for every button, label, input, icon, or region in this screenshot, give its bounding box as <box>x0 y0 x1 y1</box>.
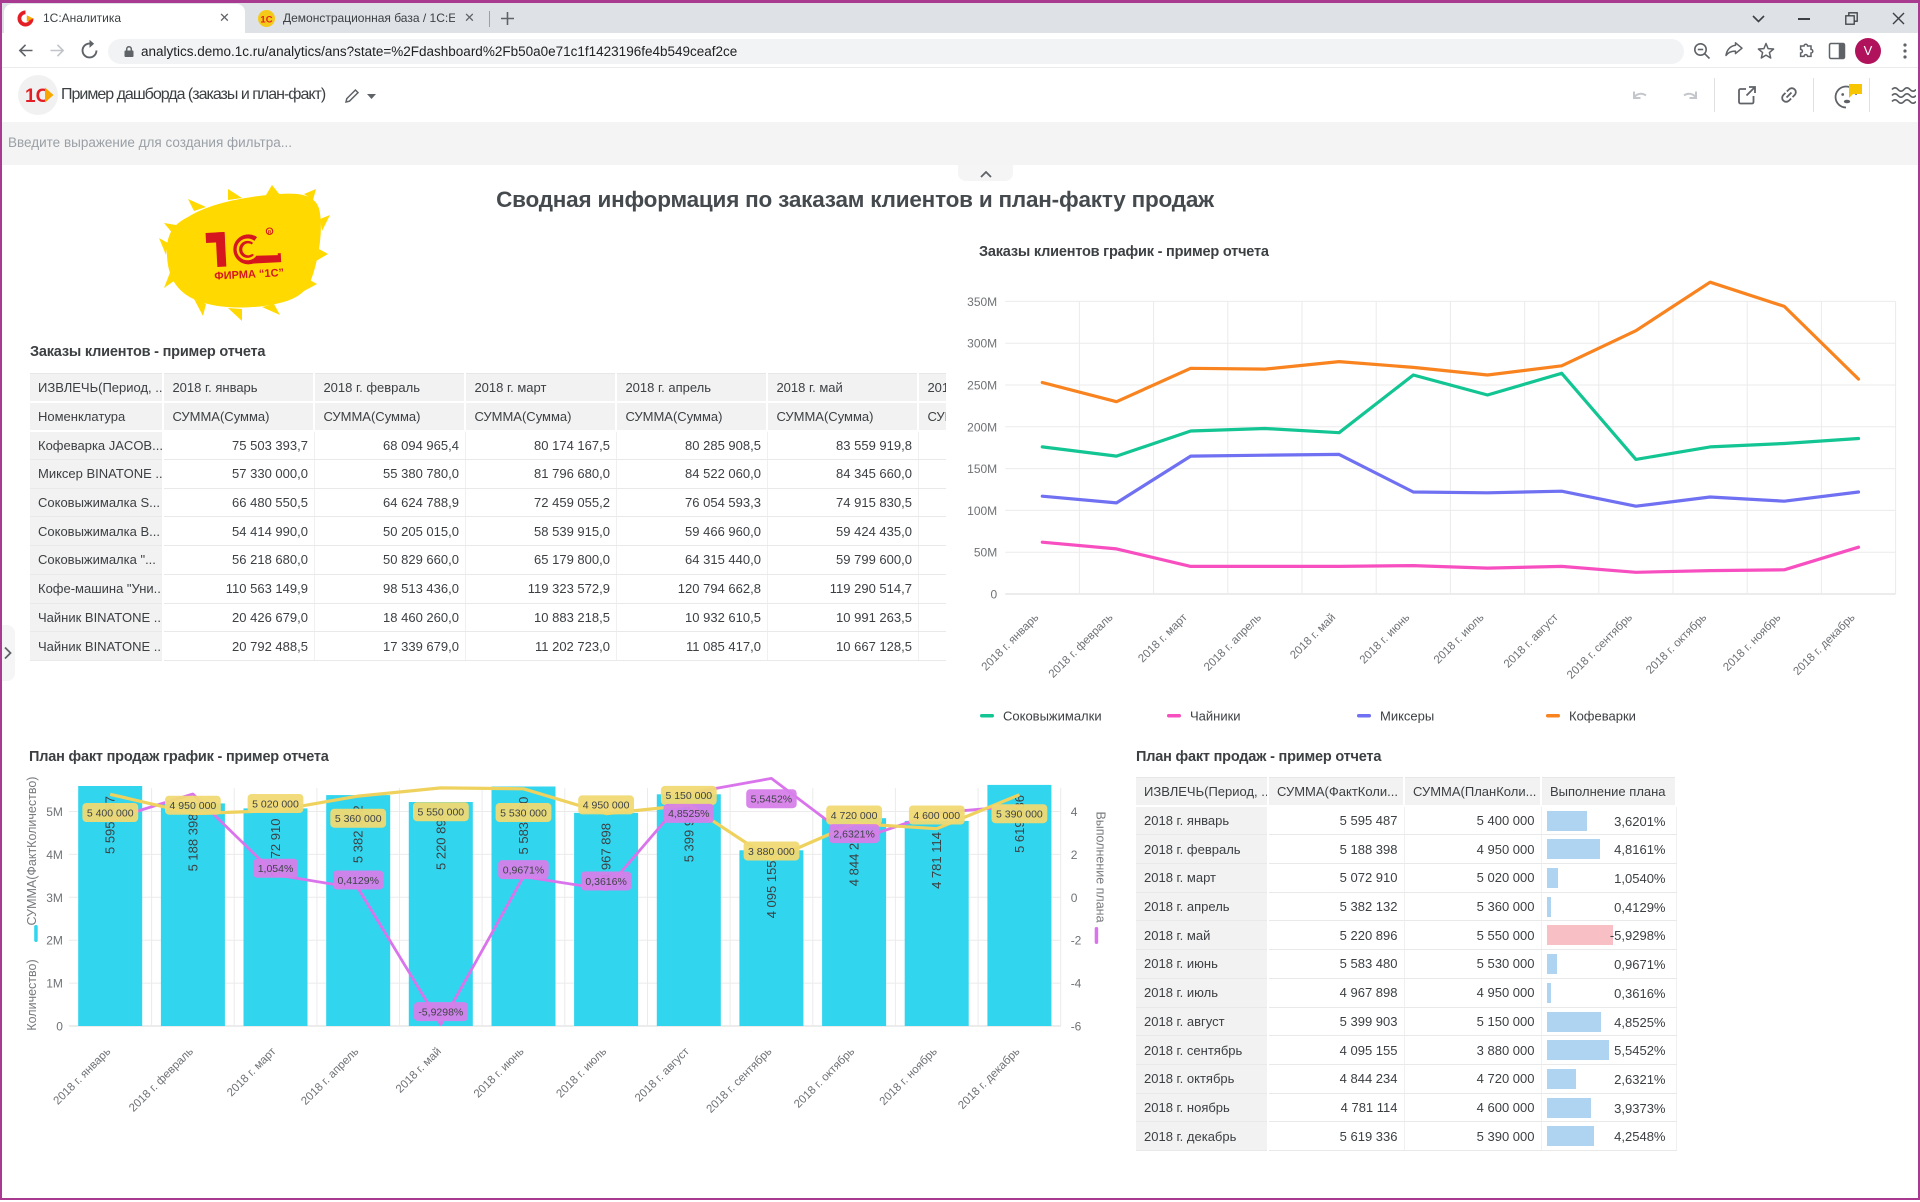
svg-text:0,4129%: 0,4129% <box>337 875 378 887</box>
svg-text:5 150 000: 5 150 000 <box>665 790 712 802</box>
svg-text:1C: 1C <box>260 15 272 26</box>
svg-text:Соковыжималки: Соковыжималки <box>1003 709 1102 724</box>
svg-text:4 950 000: 4 950 000 <box>170 800 217 812</box>
svg-text:0,9671%: 0,9671% <box>503 864 544 876</box>
svg-text:0: 0 <box>991 588 998 602</box>
svg-text:2018 г. ноябрь: 2018 г. ноябрь <box>1721 612 1783 674</box>
svg-text:Выполнение плана: Выполнение плана <box>1094 811 1108 922</box>
svg-text:-5,9298%: -5,9298% <box>418 1006 463 1018</box>
svg-text:350M: 350M <box>967 295 997 309</box>
svg-text:250M: 250M <box>967 379 997 393</box>
svg-text:4 950 000: 4 950 000 <box>583 800 630 812</box>
svg-text:1M: 1M <box>46 977 63 991</box>
svg-text:5 619 336: 5 619 336 <box>1012 795 1027 853</box>
svg-text:2018 г. декабрь: 2018 г. декабрь <box>1791 612 1857 678</box>
svg-text:2018 г. март: 2018 г. март <box>225 1045 279 1099</box>
svg-text:4,8525%: 4,8525% <box>668 808 709 820</box>
svg-text:200M: 200M <box>967 420 997 434</box>
svg-text:2018 г. февраль: 2018 г. февраль <box>127 1046 196 1115</box>
svg-text:5 400 000: 5 400 000 <box>87 807 134 819</box>
svg-text:5 390 000: 5 390 000 <box>996 809 1043 821</box>
svg-text:2018 г. май: 2018 г. май <box>1288 612 1338 662</box>
svg-text:4: 4 <box>1071 805 1078 819</box>
svg-text:5 020 000: 5 020 000 <box>252 798 299 810</box>
svg-text:4 095 155: 4 095 155 <box>764 860 779 918</box>
svg-text:3 880 000: 3 880 000 <box>748 846 795 858</box>
svg-text:2018 г. февраль: 2018 г. февраль <box>1047 612 1116 681</box>
svg-text:3M: 3M <box>46 891 63 905</box>
svg-text:2018 г. октябрь: 2018 г. октябрь <box>1644 612 1709 677</box>
svg-text:4 781 114: 4 781 114 <box>929 832 944 889</box>
svg-text:50M: 50M <box>974 546 997 560</box>
svg-text:0,3616%: 0,3616% <box>585 876 626 888</box>
svg-text:2018 г. июнь: 2018 г. июнь <box>1358 612 1413 667</box>
svg-text:5M: 5M <box>46 805 63 819</box>
svg-text:2018 г. май: 2018 г. май <box>394 1046 444 1096</box>
svg-text:100M: 100M <box>967 504 997 518</box>
svg-text:300M: 300M <box>967 337 997 351</box>
svg-text:5 360 000: 5 360 000 <box>335 813 382 825</box>
svg-text:0: 0 <box>1071 891 1078 905</box>
svg-text:0: 0 <box>56 1020 63 1034</box>
svg-text:Количество): Количество) <box>25 959 39 1030</box>
svg-text:5 530 000: 5 530 000 <box>500 807 547 819</box>
svg-text:4 720 000: 4 720 000 <box>831 810 878 822</box>
svg-text:Чайники: Чайники <box>1190 709 1241 724</box>
svg-text:2018 г. март: 2018 г. март <box>1136 611 1190 665</box>
svg-text:5,5452%: 5,5452% <box>751 794 792 806</box>
svg-text:-2: -2 <box>1071 934 1082 948</box>
svg-text:2,6321%: 2,6321% <box>833 828 874 840</box>
svg-text:2018 г. сентябрь: 2018 г. сентябрь <box>1565 612 1635 682</box>
svg-text:4 600 000: 4 600 000 <box>913 810 960 822</box>
svg-text:2018 г. октябрь: 2018 г. октябрь <box>792 1046 857 1111</box>
svg-text:2018 г. апрель: 2018 г. апрель <box>299 1046 361 1108</box>
svg-text:1,054%: 1,054% <box>258 863 294 875</box>
svg-text:2018 г. июнь: 2018 г. июнь <box>472 1046 527 1101</box>
svg-text:2018 г. декабрь: 2018 г. декабрь <box>956 1046 1022 1112</box>
svg-text:2018 г. апрель: 2018 г. апрель <box>1202 612 1264 674</box>
svg-text:2M: 2M <box>46 934 63 948</box>
svg-text:-6: -6 <box>1071 1020 1082 1034</box>
svg-text:Миксеры: Миксеры <box>1380 709 1434 724</box>
svg-text:4M: 4M <box>46 848 63 862</box>
svg-text:2: 2 <box>1071 848 1078 862</box>
svg-text:2018 г. август: 2018 г. август <box>633 1045 692 1104</box>
svg-text:Кофеварки: Кофеварки <box>1569 709 1636 724</box>
svg-text:2018 г. июль: 2018 г. июль <box>1432 612 1487 667</box>
svg-text:2018 г. январь: 2018 г. январь <box>980 612 1042 674</box>
svg-text:2018 г. сентябрь: 2018 г. сентябрь <box>705 1046 775 1116</box>
svg-text:-4: -4 <box>1071 977 1082 991</box>
svg-text:СУММА(ФактКоличество): СУММА(ФактКоличество) <box>25 777 39 926</box>
svg-text:2018 г. август: 2018 г. август <box>1502 611 1561 670</box>
svg-text:2018 г. ноябрь: 2018 г. ноябрь <box>878 1046 940 1108</box>
svg-text:5 550 000: 5 550 000 <box>417 807 464 819</box>
svg-text:2018 г. январь: 2018 г. январь <box>52 1046 114 1108</box>
svg-text:150M: 150M <box>967 462 997 476</box>
svg-text:2018 г. июль: 2018 г. июль <box>554 1046 609 1101</box>
svg-text:5 188 398: 5 188 398 <box>185 814 200 872</box>
